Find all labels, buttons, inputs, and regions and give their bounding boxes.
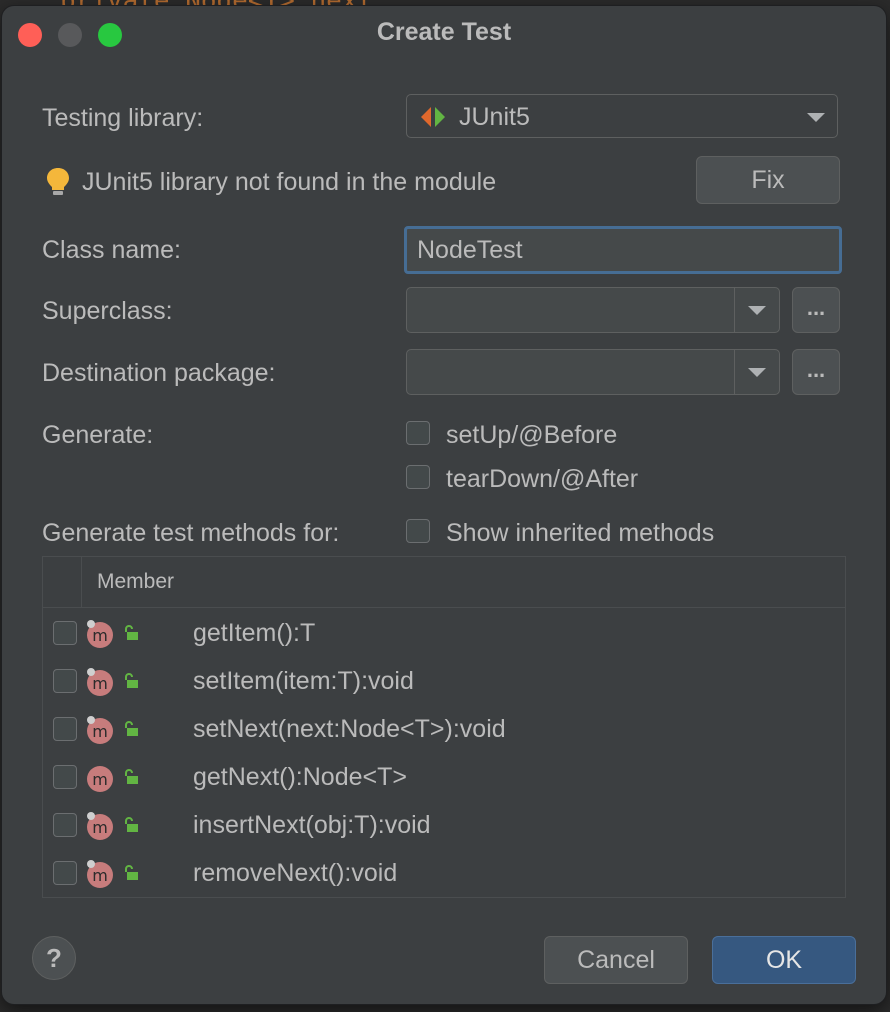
method-icon: m — [87, 620, 113, 648]
svg-text:m: m — [92, 626, 108, 645]
member-checkbox[interactable] — [53, 621, 77, 645]
method-icon: m — [87, 716, 113, 744]
method-icon: m — [87, 812, 113, 840]
dialog-title: Create Test — [376, 18, 512, 46]
destination-package-label: Destination package: — [42, 359, 276, 387]
generate-label: Generate: — [42, 421, 154, 449]
svg-text:m: m — [92, 674, 108, 693]
public-lock-icon — [125, 865, 138, 880]
teardown-label[interactable]: tearDown/@After — [446, 465, 638, 494]
table-row[interactable]: m getNext():Node<T> — [43, 753, 845, 801]
teardown-checkbox[interactable] — [406, 465, 430, 489]
setup-checkbox[interactable] — [406, 421, 430, 445]
member-signature: setNext(next:Node<T>):void — [193, 715, 506, 743]
member-checkbox[interactable] — [53, 813, 77, 837]
junit-arrows-icon — [421, 107, 445, 127]
table-header: Member — [43, 557, 845, 608]
class-name-label: Class name: — [42, 236, 181, 264]
method-icon: m — [87, 766, 113, 792]
svg-text:m: m — [92, 770, 108, 789]
cancel-button[interactable]: Cancel — [544, 936, 688, 984]
table-row[interactable]: m getItem():T — [43, 609, 845, 657]
table-row[interactable]: m insertNext(obj:T):void — [43, 801, 845, 849]
testing-library-dropdown[interactable]: JUnit5 — [406, 94, 838, 138]
fix-button[interactable]: Fix — [696, 156, 840, 204]
member-signature: getNext():Node<T> — [193, 763, 407, 791]
members-table: Member m getItem():T m setItem(item:T):v… — [42, 556, 846, 898]
member-checkbox[interactable] — [53, 765, 77, 789]
chevron-down-icon — [807, 113, 825, 122]
member-column-header[interactable]: Member — [97, 570, 174, 594]
public-lock-icon — [125, 721, 138, 736]
public-lock-icon — [125, 673, 138, 688]
library-warning-text: JUnit5 library not found in the module — [82, 168, 497, 196]
chevron-down-icon[interactable] — [748, 306, 766, 315]
class-name-field-wrapper — [404, 226, 842, 274]
svg-text:m: m — [92, 722, 108, 741]
public-lock-icon — [125, 625, 138, 640]
destination-package-combo[interactable] — [406, 349, 780, 395]
table-row[interactable]: m setNext(next:Node<T>):void — [43, 705, 845, 753]
member-checkbox[interactable] — [53, 861, 77, 885]
table-row[interactable]: m removeNext():void — [43, 849, 845, 897]
table-row[interactable]: m setItem(item:T):void — [43, 657, 845, 705]
destination-package-browse-button[interactable]: ... — [792, 349, 840, 395]
test-methods-label: Generate test methods for: — [42, 519, 340, 547]
ok-button[interactable]: OK — [712, 936, 856, 984]
column-divider — [81, 557, 82, 607]
lightbulb-icon — [47, 168, 69, 195]
combo-divider — [734, 350, 735, 394]
superclass-browse-button[interactable]: ... — [792, 287, 840, 333]
show-inherited-label[interactable]: Show inherited methods — [446, 519, 714, 548]
public-lock-icon — [125, 817, 138, 832]
create-test-dialog: Create Test Testing library: JUnit5 JUni… — [2, 6, 886, 1004]
method-icon: m — [87, 668, 113, 696]
setup-label[interactable]: setUp/@Before — [446, 421, 617, 450]
member-signature: removeNext():void — [193, 859, 398, 887]
svg-text:m: m — [92, 866, 108, 885]
member-checkbox[interactable] — [53, 669, 77, 693]
member-signature: getItem():T — [193, 619, 316, 647]
show-inherited-checkbox[interactable] — [406, 519, 430, 543]
public-lock-icon — [125, 769, 138, 784]
chevron-down-icon[interactable] — [748, 368, 766, 377]
member-checkbox[interactable] — [53, 717, 77, 741]
superclass-label: Superclass: — [42, 297, 173, 325]
combo-divider — [734, 288, 735, 332]
class-name-input[interactable] — [407, 229, 839, 271]
superclass-combo[interactable] — [406, 287, 780, 333]
member-signature: insertNext(obj:T):void — [193, 811, 431, 839]
help-button[interactable]: ? — [32, 936, 76, 980]
method-icon: m — [87, 860, 113, 888]
svg-text:m: m — [92, 818, 108, 837]
testing-library-label: Testing library: — [42, 104, 204, 132]
member-signature: setItem(item:T):void — [193, 667, 414, 695]
testing-library-selected: JUnit5 — [459, 103, 530, 131]
title-bar: Create Test — [2, 6, 886, 62]
